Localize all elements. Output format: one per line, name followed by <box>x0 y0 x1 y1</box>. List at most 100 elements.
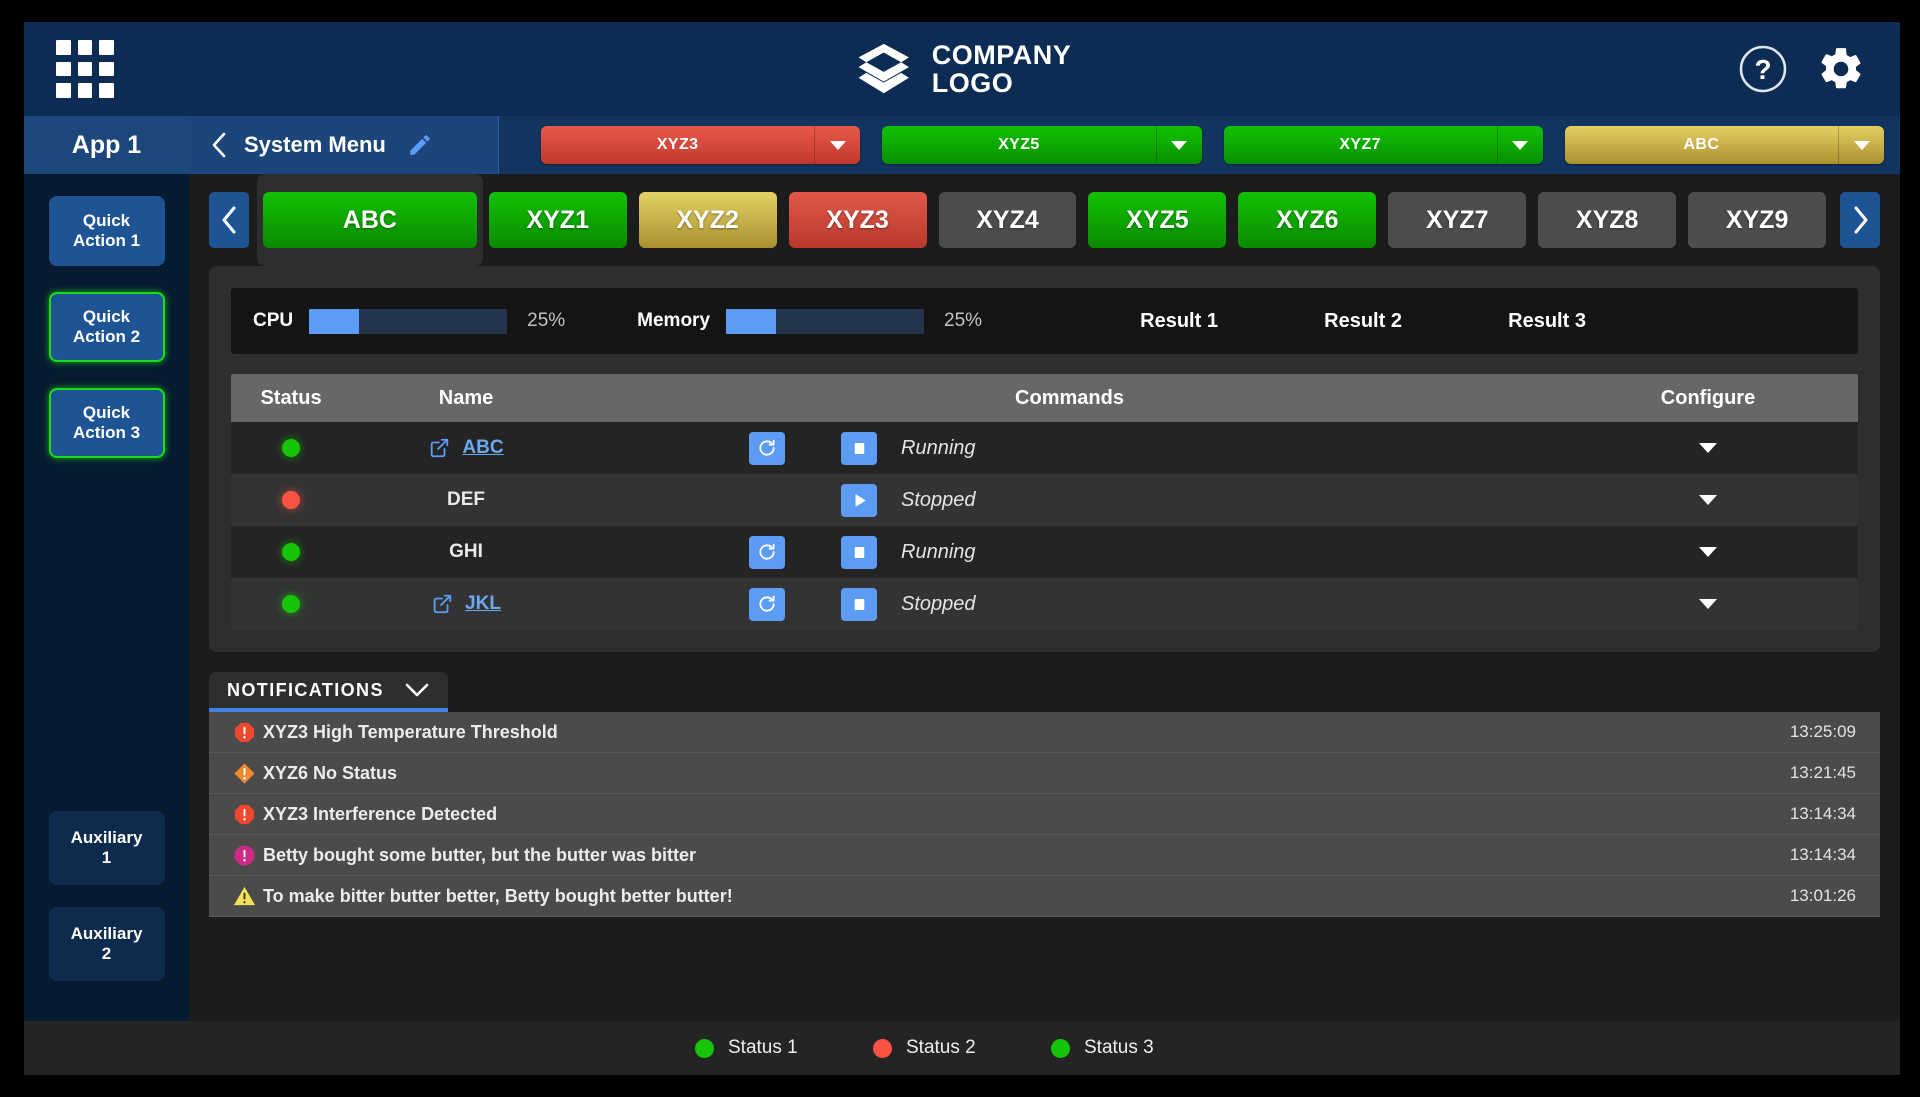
menu-dropdown-buttons: XYZ3 XYZ5 XYZ7 ABC <box>499 116 1900 174</box>
stop-icon <box>854 546 864 558</box>
quick-action-1-button[interactable]: Quick Action 1 <box>48 196 165 266</box>
stop-button[interactable] <box>841 535 877 569</box>
notifications-list: XYZ3 High Temperature Threshold 13:25:09… <box>209 712 1880 917</box>
row-configure-cell[interactable] <box>1558 443 1858 453</box>
tab-slot-xyz6: XYZ6 <box>1232 174 1382 266</box>
row-command-buttons: Stopped <box>841 483 976 517</box>
table-row[interactable]: ABC Running <box>231 422 1858 474</box>
menu-button-2-caret[interactable] <box>1496 126 1543 164</box>
tab-xyz1[interactable]: XYZ1 <box>488 192 627 248</box>
tab-prev-button[interactable] <box>209 192 249 248</box>
menu-button-0-caret[interactable] <box>814 126 860 164</box>
external-link-icon[interactable] <box>428 437 450 459</box>
notification-time: 13:21:45 <box>1789 763 1856 782</box>
menu-button-1[interactable]: XYZ5 <box>882 126 1202 164</box>
tab-xyz3[interactable]: XYZ3 <box>788 192 927 248</box>
company-logo: COMPANY LOGO <box>853 38 1072 100</box>
menu-button-0[interactable]: XYZ3 <box>541 126 861 164</box>
row-configure-cell[interactable] <box>1558 547 1858 557</box>
diamond-alert-icon <box>233 762 255 784</box>
stop-button[interactable] <box>841 431 877 465</box>
octagon-alert-icon <box>234 722 254 742</box>
menu-button-3[interactable]: ABC <box>1564 126 1884 164</box>
pencil-icon[interactable] <box>407 132 433 158</box>
tab-slot-xyz8: XYZ8 <box>1532 174 1682 266</box>
row-state-text: Running <box>901 540 976 563</box>
menu-button-3-caret[interactable] <box>1838 126 1884 164</box>
chevron-down-icon[interactable] <box>1699 547 1717 557</box>
row-name-cell: GHI <box>351 541 581 563</box>
tab-xyz5[interactable]: XYZ5 <box>1088 192 1227 248</box>
notifications-tab-label: NOTIFICATIONS <box>227 679 384 700</box>
app-body: Quick Action 1 Quick Action 2 Quick Acti… <box>24 174 1900 1021</box>
row-commands-cell: Stopped <box>581 587 1558 621</box>
quick-action-3-button[interactable]: Quick Action 3 <box>48 388 165 458</box>
notification-item[interactable]: XYZ6 No Status 13:21:45 <box>209 753 1880 794</box>
tab-abc[interactable]: ABC <box>263 192 477 248</box>
notifications-tab[interactable]: NOTIFICATIONS <box>209 672 448 712</box>
table-row[interactable]: JKL Stopped <box>231 578 1858 630</box>
tab-list: ABC XYZ1 XYZ2 XYZ3 XYZ4 XYZ5 XYZ6 XYZ7 X… <box>249 174 1840 266</box>
row-commands-cell: Stopped <box>581 483 1558 517</box>
menu-button-1-caret[interactable] <box>1155 126 1202 164</box>
play-button[interactable] <box>841 483 877 517</box>
cpu-label: CPU <box>253 310 294 331</box>
menu-button-2[interactable]: XYZ7 <box>1223 126 1543 164</box>
services-table: Status Name Commands Configure ABC Runni… <box>231 374 1858 630</box>
content-panel: CPU 25% Memory 25% Result 1 Result 2 Res… <box>209 266 1880 1021</box>
row-command-buttons: Running <box>749 431 976 465</box>
tab-xyz6[interactable]: XYZ6 <box>1238 192 1377 248</box>
tab-xyz8[interactable]: XYZ8 <box>1538 192 1677 248</box>
row-configure-cell[interactable] <box>1558 495 1858 505</box>
notification-item[interactable]: Betty bought some butter, but the butter… <box>209 835 1880 876</box>
cpu-value: 25% <box>527 310 566 331</box>
chevron-down-icon[interactable] <box>404 682 430 698</box>
table-header-row: Status Name Commands Configure <box>231 374 1858 422</box>
grid-apps-icon[interactable] <box>56 40 114 98</box>
row-name-link[interactable]: ABC <box>462 437 503 459</box>
restart-button[interactable] <box>749 431 785 465</box>
chevron-left-icon[interactable] <box>211 132 227 158</box>
status-dot-green-icon <box>282 543 300 561</box>
chevron-down-icon[interactable] <box>1699 443 1717 453</box>
tab-xyz4[interactable]: XYZ4 <box>938 192 1077 248</box>
stop-button[interactable] <box>841 587 877 621</box>
auxiliary-1-button[interactable]: Auxiliary 1 <box>48 811 165 885</box>
tab-next-button[interactable] <box>1840 192 1880 248</box>
menu-button-0-label: XYZ3 <box>656 136 699 153</box>
notification-item[interactable]: XYZ3 High Temperature Threshold 13:25:09 <box>209 712 1880 753</box>
tab-strip: ABC XYZ1 XYZ2 XYZ3 XYZ4 XYZ5 XYZ6 XYZ7 X… <box>209 174 1880 266</box>
row-configure-cell[interactable] <box>1558 599 1858 609</box>
footer-status-1-label: Status 1 <box>728 1037 798 1058</box>
chevron-down-icon[interactable] <box>1699 599 1717 609</box>
auxiliary-2-button[interactable]: Auxiliary 2 <box>48 907 165 981</box>
notification-item[interactable]: XYZ3 Interference Detected 13:14:34 <box>209 794 1880 835</box>
restart-button[interactable] <box>749 587 785 621</box>
row-name-cell: DEF <box>351 489 581 511</box>
notification-item[interactable]: To make bitter butter better, Betty boug… <box>209 876 1880 917</box>
chevron-down-icon <box>1512 140 1529 150</box>
notification-severity-icon <box>225 762 263 785</box>
row-name-link[interactable]: JKL <box>465 593 501 615</box>
tab-xyz7[interactable]: XYZ7 <box>1388 192 1527 248</box>
table-row[interactable]: GHI Running <box>231 526 1858 578</box>
layers-logo-icon <box>858 43 909 94</box>
tab-slot-abc: ABC <box>257 174 483 266</box>
table-row[interactable]: DEF Stopped <box>231 474 1858 526</box>
results-group: Result 1 Result 2 Result 3 <box>1087 310 1639 333</box>
tab-xyz2[interactable]: XYZ2 <box>638 192 777 248</box>
tab-xyz9[interactable]: XYZ9 <box>1688 192 1827 248</box>
notification-message: XYZ6 No Status <box>263 762 398 783</box>
status-dot-green-icon <box>1051 1038 1070 1058</box>
system-menu-button[interactable]: System Menu <box>189 116 499 174</box>
gear-icon[interactable] <box>1816 44 1866 94</box>
help-circle-icon[interactable]: ? <box>1738 44 1788 94</box>
memory-label: Memory <box>637 310 711 331</box>
external-link-icon[interactable] <box>431 593 453 615</box>
menu-button-3-label: ABC <box>1683 136 1720 153</box>
status-dot-red-icon <box>873 1038 892 1058</box>
restart-button[interactable] <box>749 535 785 569</box>
chevron-down-icon <box>829 140 846 150</box>
chevron-down-icon[interactable] <box>1699 495 1717 505</box>
quick-action-2-button[interactable]: Quick Action 2 <box>48 292 165 362</box>
